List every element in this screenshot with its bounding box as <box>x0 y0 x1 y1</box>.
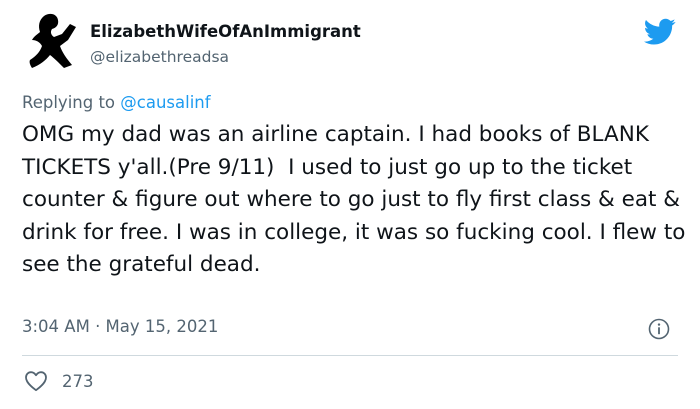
tweet-card: ElizabethWifeOfAnImmigrant @elizabethrea… <box>0 0 700 409</box>
reply-mention-link[interactable]: @causalinf <box>120 93 210 112</box>
user-handle[interactable]: @elizabethreadsa <box>90 48 229 66</box>
like-count: 273 <box>62 371 94 391</box>
avatar[interactable] <box>24 10 80 72</box>
reply-prefix: Replying to <box>22 93 121 112</box>
tweet-timestamp[interactable]: 3:04 AM · May 15, 2021 <box>22 317 218 336</box>
heart-icon[interactable] <box>24 370 48 392</box>
like-action[interactable]: 273 <box>24 368 94 394</box>
display-name[interactable]: ElizabethWifeOfAnImmigrant <box>90 22 361 41</box>
info-icon[interactable] <box>648 318 670 340</box>
divider <box>22 355 678 356</box>
reply-context: Replying to @causalinf <box>22 93 211 112</box>
twitter-bird-icon[interactable] <box>644 18 676 46</box>
tweet-text: OMG my dad was an airline captain. I had… <box>22 122 693 277</box>
